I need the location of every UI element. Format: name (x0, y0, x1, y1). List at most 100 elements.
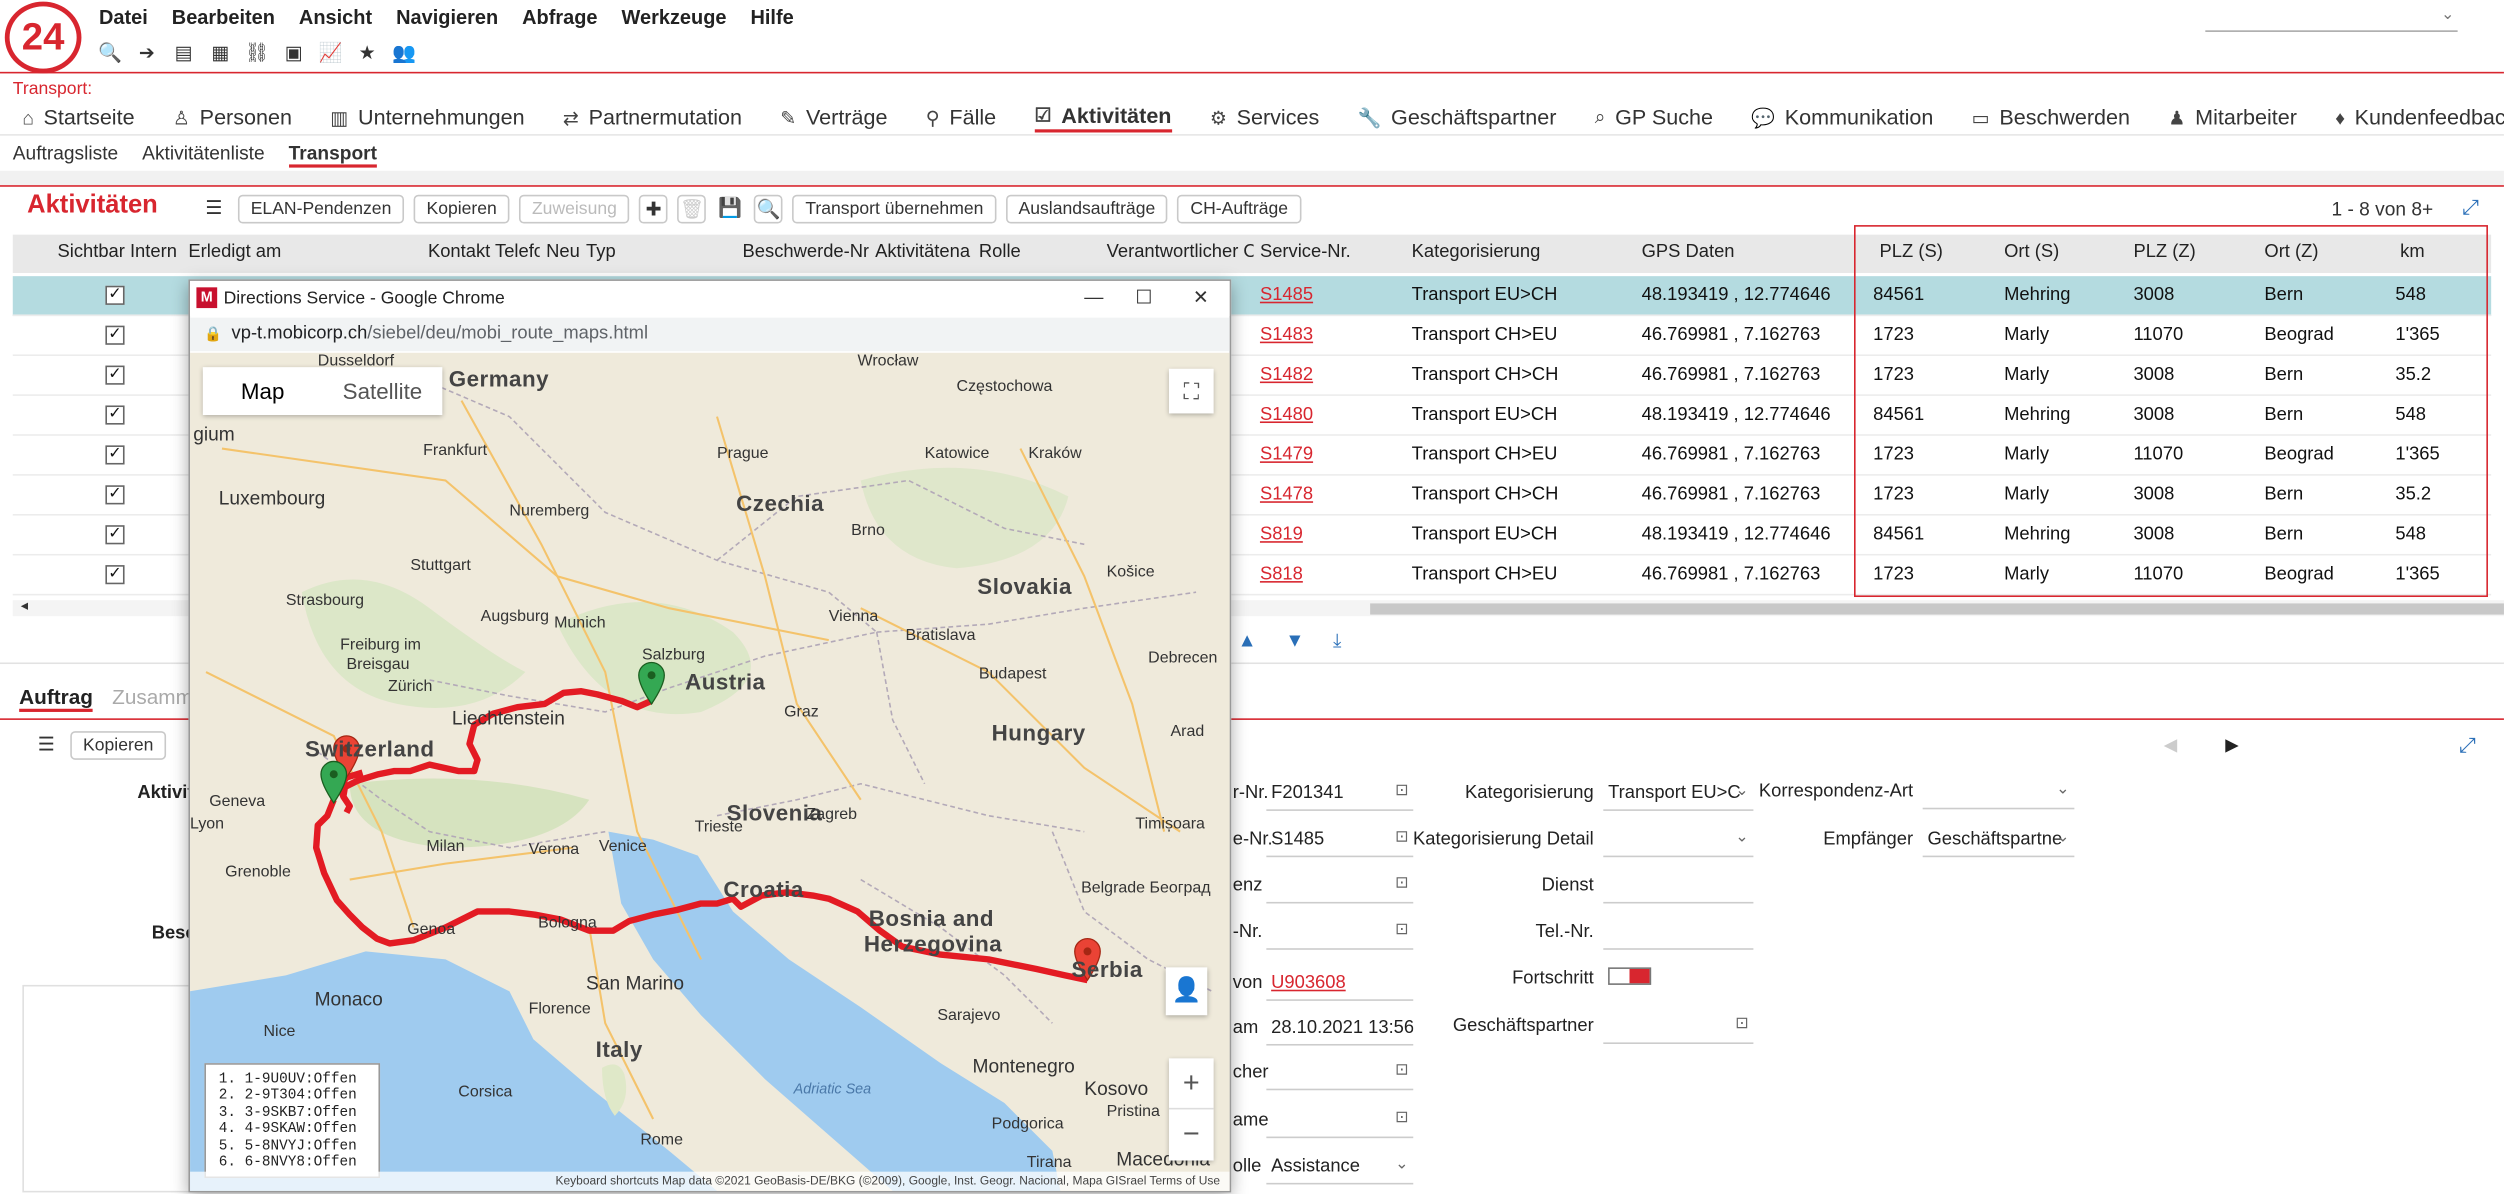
visible-checkbox[interactable]: ✓ (105, 325, 125, 345)
service-link[interactable]: S1483 (1260, 326, 1313, 345)
search-icon[interactable]: 🔍 (96, 40, 125, 66)
picker-icon[interactable]: ⊡ (1395, 1062, 1408, 1080)
doc-icon[interactable]: ▤ (169, 40, 198, 66)
subnav-aktivitätenliste[interactable]: Aktivitätenliste (142, 142, 264, 168)
picker-icon[interactable]: ⊡ (1395, 875, 1408, 893)
search-icon[interactable]: 🔍 (754, 194, 783, 224)
detail-field[interactable]: 28.10.2021 13:56 (1266, 1010, 1414, 1046)
top-select[interactable]: ⌄ (2205, 6, 2458, 32)
detail-field[interactable]: ⊡ (1266, 1103, 1414, 1139)
detail-field[interactable]: ⊡ (1266, 915, 1414, 950)
detail-field[interactable]: U903608 (1266, 966, 1414, 1001)
directions-popup[interactable]: M Directions Service - Google Chrome — ☐… (188, 279, 1232, 1193)
prev-icon[interactable]: ◀ (2164, 734, 2178, 755)
subnav-transport[interactable]: Transport (288, 142, 377, 168)
map-button[interactable]: Map (203, 367, 323, 415)
tab-gp-suche[interactable]: ⌕ GP Suche (1595, 102, 1713, 132)
report-icon[interactable]: ▦ (206, 40, 235, 66)
tab-beschwerden[interactable]: ▭ Beschwerden (1972, 102, 2130, 132)
detail-field[interactable]: ⊡ (1266, 1055, 1414, 1091)
tab-unternehmungen[interactable]: ▥ Unternehmungen (330, 102, 524, 132)
empfaenger-select[interactable]: Geschäftspartne ⌄ (1922, 822, 2075, 858)
add-icon[interactable]: ✚ (639, 194, 669, 224)
minimize-icon[interactable]: — (1084, 286, 1103, 308)
maximize-icon[interactable]: ☐ (1135, 286, 1152, 308)
foreign-orders-button[interactable]: Auslandsaufträge (1005, 194, 1169, 224)
menu-bearbeiten[interactable]: Bearbeiten (172, 6, 275, 32)
tab-zusammenfassung[interactable]: Zusamm (112, 685, 193, 712)
service-link[interactable]: S819 (1260, 525, 1303, 544)
fullscreen-icon[interactable]: ⛶ (1168, 368, 1214, 414)
tab-verträge[interactable]: ✎ Verträge (780, 102, 887, 132)
ch-orders-button[interactable]: CH-Aufträge (1177, 194, 1301, 224)
last-record-icon[interactable]: ⤓ (1333, 629, 1341, 653)
save-icon[interactable]: 💾 (715, 194, 745, 224)
favorite-icon[interactable]: ★ (353, 40, 382, 66)
delete-icon[interactable]: 🗑 (677, 194, 707, 224)
tab-kommunikation[interactable]: 💬 Kommunikation (1751, 102, 1933, 132)
service-link[interactable]: S1482 (1260, 366, 1313, 385)
detail-field[interactable]: ⊡ (1266, 868, 1414, 904)
column-header[interactable]: Erledigt am (188, 243, 421, 262)
zoom-in-button[interactable]: + (1168, 1058, 1214, 1110)
column-header[interactable]: Aktivitätena (875, 243, 972, 262)
tab-partnermutation[interactable]: ⇄ Partnermutation (563, 102, 742, 132)
forward-icon[interactable]: ➔ (133, 40, 162, 66)
kategorisierung-detail-select[interactable]: ⌄ (1603, 822, 1754, 858)
tab-auftrag[interactable]: Auftrag (19, 685, 93, 712)
copy-button[interactable]: Kopieren (70, 731, 167, 760)
app-logo[interactable]: 24 (4, 1, 82, 74)
description-textarea[interactable] (22, 984, 191, 1193)
service-link[interactable]: S1485 (1260, 286, 1313, 305)
map-attribution[interactable]: Keyboard shortcuts Map data ©2021 GeoBas… (190, 1171, 1230, 1191)
satellite-button[interactable]: Satellite (323, 367, 443, 415)
service-link[interactable]: S1480 (1260, 405, 1313, 424)
street-view-pegman-icon[interactable]: 👤 (1165, 967, 1208, 1016)
transport-take-button[interactable]: Transport übernehmen (792, 194, 997, 224)
visible-checkbox[interactable]: ✓ (105, 285, 125, 305)
column-header[interactable]: Kategorisierung (1412, 243, 1636, 262)
tab-mitarbeiter[interactable]: ♟ Mitarbeiter (2168, 102, 2297, 132)
users-icon[interactable]: 👥 (390, 40, 419, 66)
next-icon[interactable]: ▶ (2225, 734, 2239, 755)
detail-field[interactable]: Assistance ⌄ (1266, 1149, 1414, 1185)
next-record-icon[interactable]: ▼ (1285, 629, 1304, 653)
scroll-left-icon[interactable]: ◂ (21, 597, 28, 615)
tab-startseite[interactable]: ⌂ Startseite (22, 102, 134, 132)
kategorisierung-select[interactable]: Transport EU>C ⌄ (1603, 776, 1754, 811)
elan-pendenzen-button[interactable]: ELAN-Pendenzen (237, 194, 405, 224)
visible-checkbox[interactable]: ✓ (105, 365, 125, 385)
visible-checkbox[interactable]: ✓ (105, 565, 125, 585)
assign-button[interactable]: Zuweisung (519, 194, 630, 224)
visible-checkbox[interactable]: ✓ (105, 405, 125, 425)
column-header[interactable]: GPS Daten (1642, 243, 1874, 262)
expand-icon[interactable]: ⤢ (2462, 195, 2479, 221)
link-icon[interactable]: ⛓ (243, 40, 272, 66)
google-map[interactable]: Germany Czechia Slovakia Austria Hungary Swit… (190, 352, 1230, 1191)
visible-checkbox[interactable]: ✓ (105, 485, 125, 505)
tab-kundenfeedback[interactable]: ♦ Kundenfeedback (2335, 102, 2504, 132)
visible-checkbox[interactable]: ✓ (105, 445, 125, 465)
menu-navigieren[interactable]: Navigieren (396, 6, 498, 32)
menu-icon[interactable]: ☰ (31, 731, 61, 760)
menu-abfrage[interactable]: Abfrage (522, 6, 597, 32)
telefon-field[interactable] (1603, 915, 1754, 950)
dienst-field[interactable] (1603, 868, 1754, 904)
chart-icon[interactable]: 📈 (316, 40, 345, 66)
tab-personen[interactable]: ♙ Personen (173, 102, 292, 132)
visible-checkbox[interactable]: ✓ (105, 525, 125, 545)
column-header[interactable]: Service-Nr. (1260, 243, 1405, 262)
column-header[interactable]: Neu (546, 243, 580, 262)
column-header[interactable]: Typ (586, 243, 736, 262)
scroll-thumb[interactable] (1370, 603, 2504, 615)
tab-fälle[interactable]: ⚲ Fälle (926, 102, 996, 132)
detail-field[interactable]: F201341 ⊡ (1266, 776, 1414, 811)
service-link[interactable]: S1478 (1260, 485, 1313, 504)
column-header[interactable]: Sichtbar Intern (57, 243, 182, 262)
popup-titlebar[interactable]: M Directions Service - Google Chrome — ☐… (190, 280, 1230, 317)
detail-field[interactable]: S1485 ⊡ (1266, 822, 1414, 858)
picker-icon[interactable]: ⊡ (1395, 921, 1408, 939)
tab-services[interactable]: ⚙ Services (1210, 102, 1319, 132)
service-link[interactable]: S818 (1260, 565, 1303, 584)
copy-button[interactable]: Kopieren (413, 194, 510, 224)
